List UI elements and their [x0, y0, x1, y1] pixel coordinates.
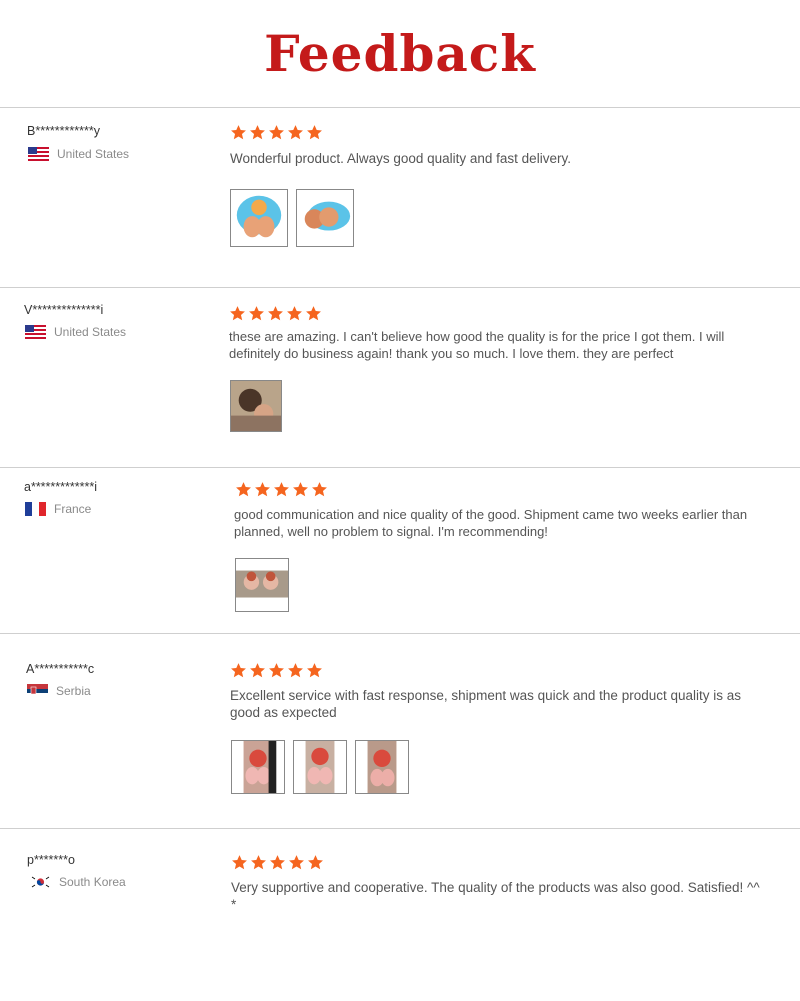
star-icon [288, 663, 303, 678]
country-label: United States [57, 147, 130, 161]
france-flag-icon [25, 502, 46, 516]
star-icon [307, 663, 322, 678]
star-icon [231, 663, 246, 678]
star-icon [308, 855, 323, 870]
star-icon [270, 855, 285, 870]
review-photo-thumbnail[interactable] [230, 380, 282, 432]
star-icon [289, 855, 304, 870]
us-flag-icon [28, 147, 49, 161]
rating-stars [230, 662, 323, 679]
star-icon [306, 306, 321, 321]
review-text: Excellent service with fast response, sh… [230, 688, 742, 720]
star-icon [236, 482, 251, 497]
reviewer-country: France [25, 502, 91, 516]
review-photos [231, 740, 409, 794]
review-item: A***********c Serbia Excellent service w… [0, 633, 800, 829]
star-icon [307, 125, 322, 140]
review-item: p*******o South Korea Very supportive an… [0, 828, 800, 1001]
page-title: Feedback [264, 24, 536, 83]
serbia-flag-icon [27, 684, 48, 698]
review-photo-thumbnail[interactable] [293, 740, 347, 794]
reviewer-country: United States [25, 325, 126, 339]
us-flag-icon [25, 325, 46, 339]
star-icon [312, 482, 327, 497]
reviewer-name: V**************i [24, 303, 104, 317]
reviewer-country: United States [28, 147, 129, 161]
star-icon [269, 125, 284, 140]
review-item: a*************i France good communicatio… [0, 467, 800, 634]
review-photo-thumbnail[interactable] [231, 740, 285, 794]
star-icon [232, 855, 247, 870]
reviewer-country: Serbia [27, 684, 91, 698]
review-photos [230, 189, 354, 247]
review-photo-thumbnail[interactable] [235, 558, 289, 612]
rating-stars [231, 854, 324, 871]
review-photo-thumbnail[interactable] [355, 740, 409, 794]
star-icon [268, 306, 283, 321]
review-photo-thumbnail[interactable] [296, 189, 354, 247]
country-label: Serbia [56, 684, 91, 698]
reviewer-name: p*******o [27, 853, 75, 867]
reviewer-name: A***********c [26, 662, 95, 676]
star-icon [293, 482, 308, 497]
review-text: these are amazing. I can't believe how g… [229, 329, 725, 361]
rating-stars [235, 481, 328, 498]
country-label: France [54, 502, 92, 516]
star-icon [255, 482, 270, 497]
star-icon [269, 663, 284, 678]
review-item: V**************i United States these are… [0, 287, 800, 468]
review-photo-thumbnail[interactable] [230, 189, 288, 247]
star-icon [249, 306, 264, 321]
reviewer-country: South Korea [30, 875, 126, 889]
reviewer-name: B************y [27, 124, 100, 138]
country-label: South Korea [59, 875, 126, 889]
reviewer-name: a*************i [24, 480, 97, 494]
star-icon [231, 125, 246, 140]
review-text: good communication and nice quality of t… [234, 507, 748, 539]
star-icon [251, 855, 266, 870]
star-icon [250, 663, 265, 678]
south-korea-flag-icon [30, 875, 51, 889]
country-label: United States [54, 325, 127, 339]
star-icon [287, 306, 302, 321]
review-item: B************y United States Wonderful p… [0, 107, 800, 288]
rating-stars [229, 305, 322, 322]
star-icon [230, 306, 245, 321]
star-icon [288, 125, 303, 140]
review-photos [235, 558, 289, 612]
review-text: Very supportive and cooperative. The qua… [231, 880, 760, 912]
review-text: Wonderful product. Always good quality a… [230, 151, 571, 166]
star-icon [250, 125, 265, 140]
review-photos [230, 380, 282, 432]
rating-stars [230, 124, 323, 141]
star-icon [274, 482, 289, 497]
